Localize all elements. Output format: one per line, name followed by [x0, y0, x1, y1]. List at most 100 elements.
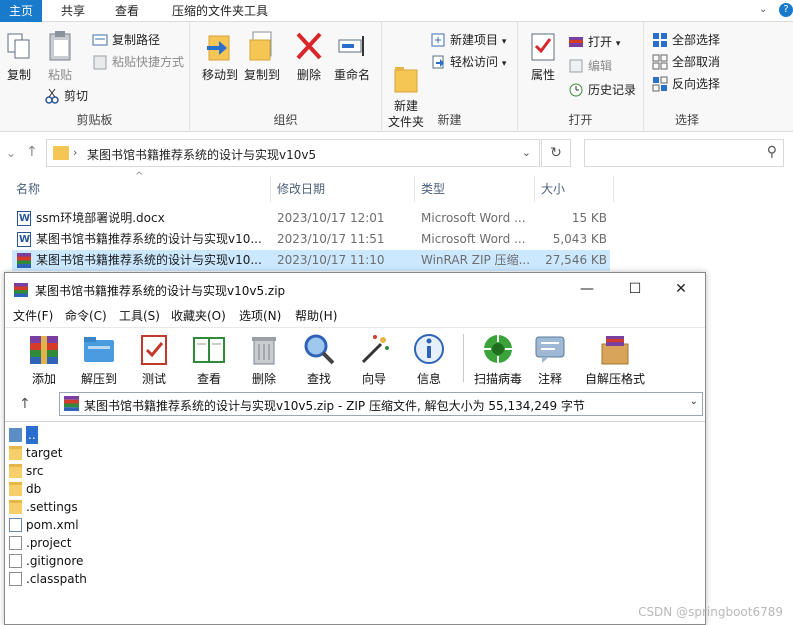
- easy-access-button[interactable]: 轻松访问 ▾: [430, 52, 506, 72]
- xml-file-icon: [9, 518, 22, 532]
- search-input[interactable]: ⚲: [584, 139, 784, 167]
- open-button[interactable]: 打开 ▾: [568, 32, 620, 52]
- tab-home[interactable]: 主页: [0, 0, 42, 22]
- sort-ascending-icon: ^: [135, 171, 144, 182]
- sfx-button[interactable]: 自解压格式: [583, 332, 647, 387]
- menu-file[interactable]: 文件(F): [13, 307, 53, 324]
- wizard-button[interactable]: 向导: [347, 332, 401, 387]
- copy-button[interactable]: 复制: [4, 30, 34, 83]
- file-row-selected[interactable]: 某图书馆书籍推荐系统的设计与实现v10... 2023/10/17 11:10 …: [12, 250, 610, 271]
- delete-x-icon: [294, 30, 324, 62]
- search-icon[interactable]: ⚲: [767, 144, 777, 160]
- archive-path-dropdown[interactable]: 某图书馆书籍推荐系统的设计与实现v10v5.zip - ZIP 压缩文件, 解包…: [59, 392, 703, 416]
- tab-share[interactable]: 共享: [50, 0, 96, 22]
- extract-folder-icon: [82, 332, 116, 366]
- organize-group: 移动到 复制到 删除 重命名 组织: [190, 22, 382, 132]
- up-arrow-icon[interactable]: ↑: [19, 396, 31, 412]
- open-icon: [568, 34, 584, 50]
- info-icon: [412, 332, 446, 366]
- archive-file-list: .. target src db .settings pom.xml .proj…: [5, 421, 705, 624]
- history-button[interactable]: 历史记录: [568, 80, 636, 100]
- copy-path-button[interactable]: 复制路径: [92, 30, 160, 50]
- maximize-icon: ☐: [628, 281, 642, 297]
- winrar-window: 某图书馆书籍推荐系统的设计与实现v10v5.zip — ☐ ✕ 文件(F) 命令…: [4, 272, 706, 625]
- new-item-button[interactable]: 新建项目 ▾: [430, 30, 506, 50]
- file-row[interactable]: ssm环境部署说明.docx 2023/10/17 12:01 Microsof…: [12, 208, 610, 229]
- move-to-icon: [205, 30, 235, 62]
- rename-button[interactable]: 重命名: [332, 30, 372, 83]
- column-divider[interactable]: [270, 176, 271, 202]
- chevron-down-icon[interactable]: ⌄: [759, 4, 773, 18]
- add-button[interactable]: 添加: [17, 332, 71, 387]
- winrar-path-row: ↑ 某图书馆书籍推荐系统的设计与实现v10v5.zip - ZIP 压缩文件, …: [5, 389, 705, 419]
- new-folder-icon: [391, 46, 421, 93]
- select-none-button[interactable]: 全部取消: [652, 52, 720, 72]
- refresh-icon: ↻: [550, 145, 562, 161]
- invert-selection-icon: [652, 76, 668, 92]
- new-group-label: 新建: [437, 113, 462, 127]
- word-document-icon: [17, 208, 31, 229]
- info-button[interactable]: 信息: [402, 332, 456, 387]
- address-bar[interactable]: › 某图书馆书籍推荐系统的设计与实现v10v5 ⌄: [46, 139, 540, 167]
- edit-button[interactable]: 编辑: [568, 56, 612, 76]
- menu-favorites[interactable]: 收藏夹(O): [171, 307, 226, 324]
- move-to-button[interactable]: 移动到: [200, 30, 240, 83]
- paste-shortcut-icon: [92, 54, 108, 70]
- copy-to-button[interactable]: 复制到: [242, 30, 282, 83]
- tab-view[interactable]: 查看: [104, 0, 150, 22]
- invert-selection-button[interactable]: 反向选择: [652, 74, 720, 94]
- menu-options[interactable]: 选项(N): [239, 307, 281, 324]
- open-group: 属性 打开 ▾ 编辑 历史记录 打开: [518, 22, 644, 132]
- extract-to-button[interactable]: 解压到: [72, 332, 126, 387]
- comment-icon: [533, 332, 567, 366]
- properties-button[interactable]: 属性: [524, 30, 562, 83]
- column-divider[interactable]: [414, 176, 415, 202]
- minimize-button[interactable]: —: [565, 277, 609, 301]
- folder-icon: [9, 482, 22, 496]
- maximize-button[interactable]: ☐: [613, 277, 657, 301]
- column-header-size[interactable]: 大小: [541, 176, 565, 202]
- paste-button[interactable]: 粘贴: [44, 30, 76, 83]
- refresh-button[interactable]: ↻: [541, 139, 571, 167]
- comment-button[interactable]: 注释: [523, 332, 577, 387]
- folder-icon: [9, 464, 22, 478]
- test-button[interactable]: 测试: [127, 332, 181, 387]
- column-header-name[interactable]: 名称: [16, 176, 40, 202]
- winrar-archive-icon: [64, 396, 79, 411]
- paste-shortcut-button[interactable]: 粘贴快捷方式: [92, 52, 184, 72]
- delete-archive-button[interactable]: 删除: [237, 332, 291, 387]
- select-all-icon: [652, 32, 668, 48]
- cut-button[interactable]: 剪切: [44, 86, 88, 106]
- easy-access-icon: [430, 54, 446, 70]
- close-button[interactable]: ✕: [659, 277, 703, 301]
- tab-compressed-folder-tools[interactable]: 压缩的文件夹工具: [160, 0, 280, 22]
- chevron-down-icon[interactable]: ⌄: [690, 396, 698, 407]
- column-divider[interactable]: [534, 176, 535, 202]
- minimize-icon: —: [580, 281, 594, 297]
- select-group-label: 选择: [674, 113, 699, 127]
- find-button[interactable]: 查找: [292, 332, 346, 387]
- delete-button[interactable]: 删除: [294, 30, 324, 83]
- file-row[interactable]: 某图书馆书籍推荐系统的设计与实现v10... 2023/10/17 11:51 …: [12, 229, 610, 250]
- help-icon[interactable]: ?: [779, 3, 793, 17]
- column-header-date[interactable]: 修改日期: [277, 176, 325, 202]
- folder-icon: [9, 446, 22, 460]
- magnifier-icon: [302, 332, 336, 366]
- menu-help[interactable]: 帮助(H): [295, 307, 337, 324]
- menu-commands[interactable]: 命令(C): [65, 307, 107, 324]
- column-divider[interactable]: [613, 176, 614, 202]
- menu-tools[interactable]: 工具(S): [119, 307, 160, 324]
- winrar-title-bar[interactable]: 某图书馆书籍推荐系统的设计与实现v10v5.zip — ☐ ✕: [5, 273, 705, 305]
- watermark: CSDN @springboot6789: [638, 605, 783, 619]
- recent-locations-icon[interactable]: ⌄: [6, 146, 16, 160]
- virus-scan-icon: [481, 332, 515, 366]
- open-group-label: 打开: [568, 113, 593, 127]
- view-button[interactable]: 查看: [182, 332, 236, 387]
- address-dropdown-icon[interactable]: ⌄: [522, 146, 531, 159]
- up-arrow-icon[interactable]: ↑: [26, 144, 38, 160]
- clipboard-group-label: 剪贴板: [76, 113, 113, 127]
- clipboard-icon: [45, 30, 75, 62]
- column-header-type[interactable]: 类型: [421, 176, 445, 202]
- scan-virus-button[interactable]: 扫描病毒: [467, 332, 529, 387]
- select-all-button[interactable]: 全部选择: [652, 30, 720, 50]
